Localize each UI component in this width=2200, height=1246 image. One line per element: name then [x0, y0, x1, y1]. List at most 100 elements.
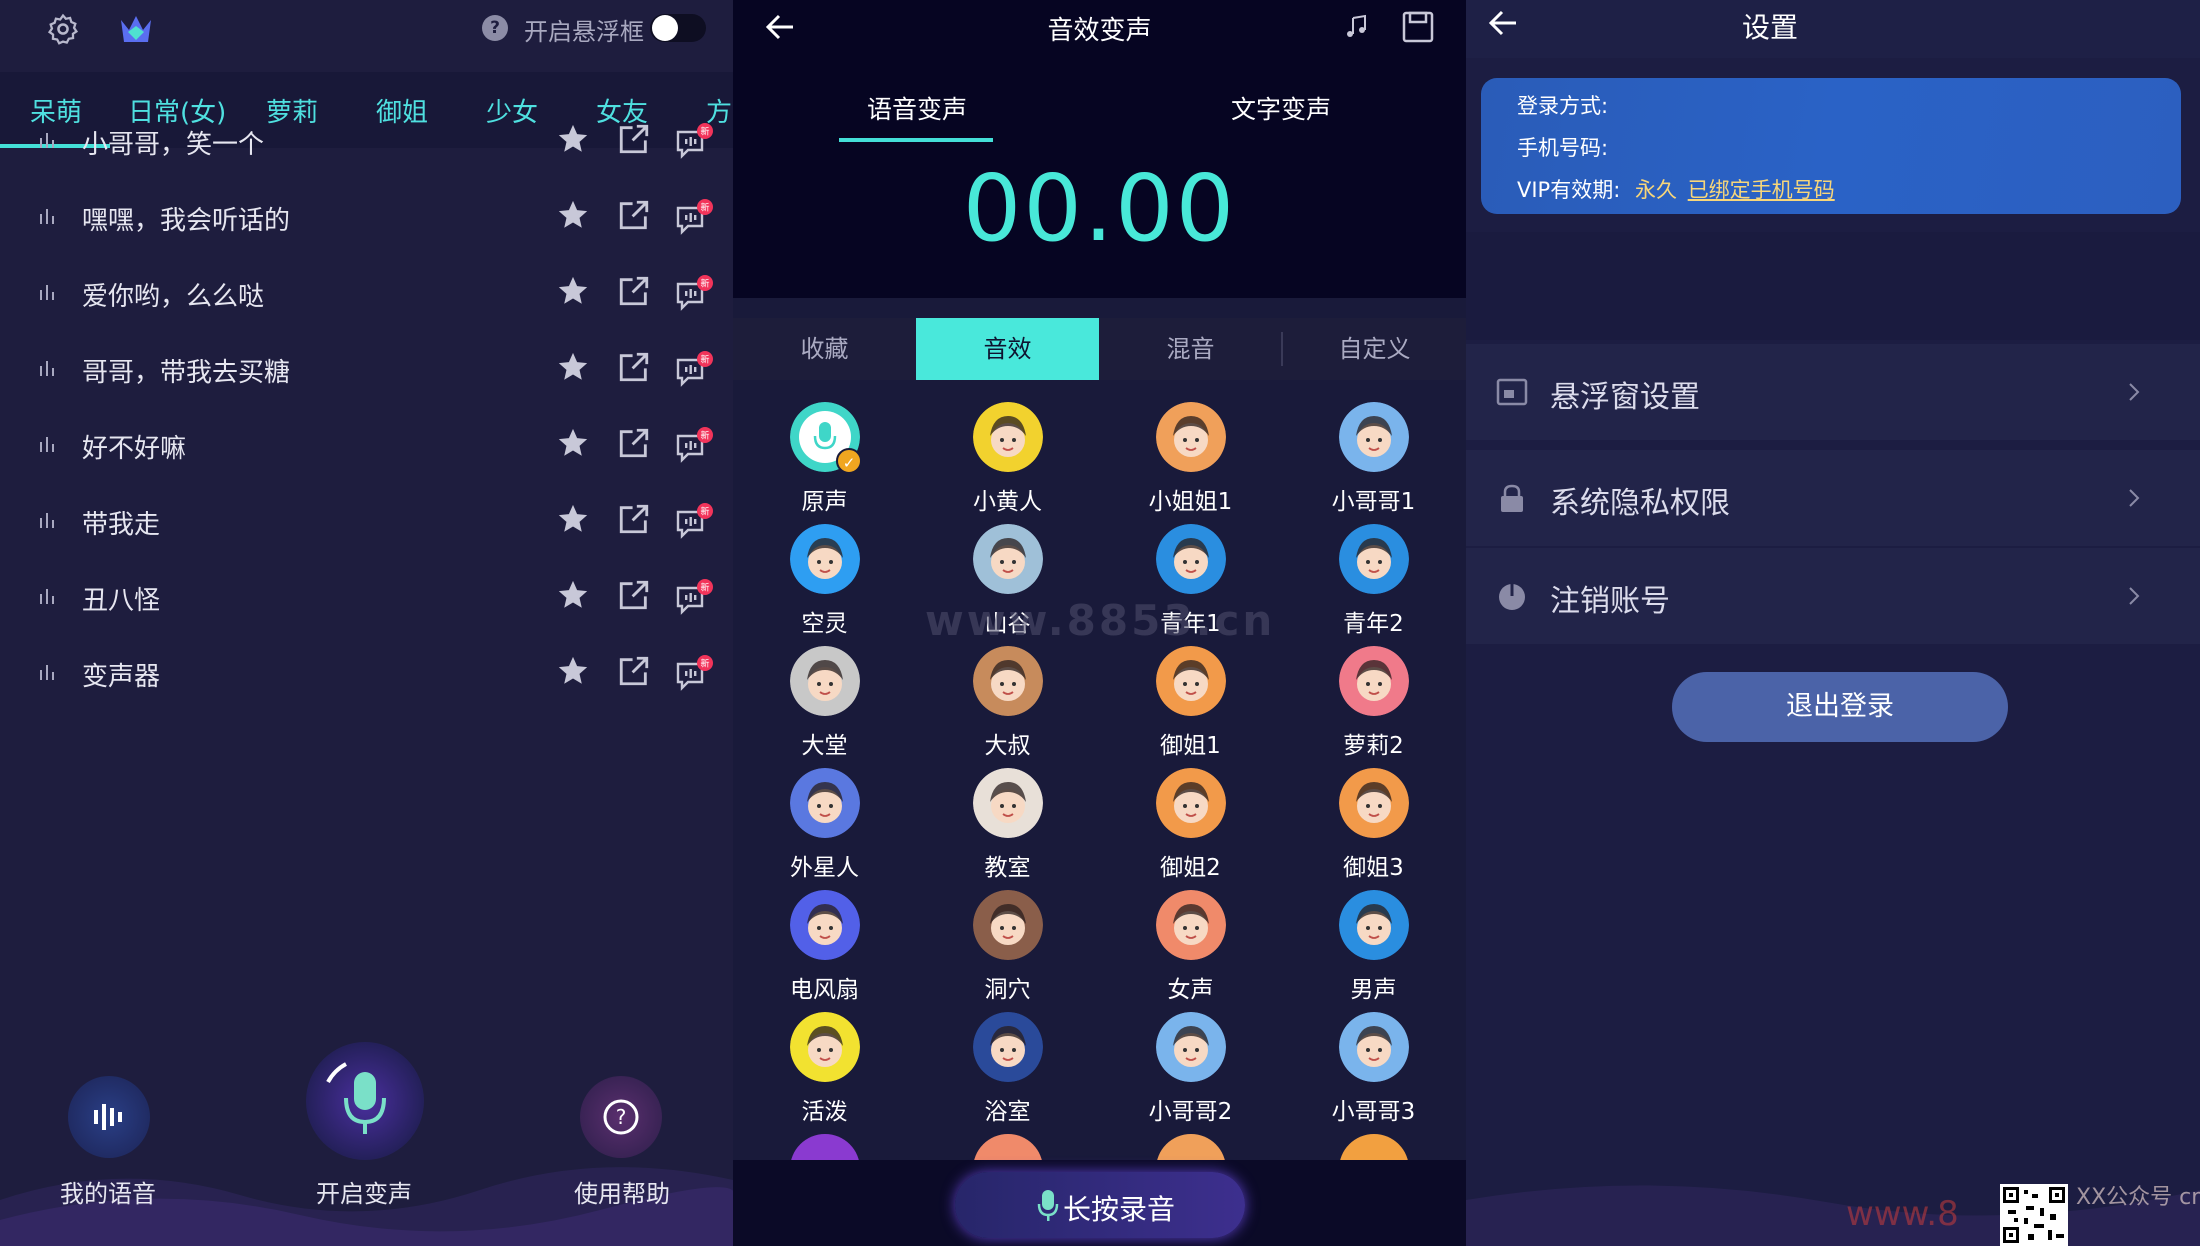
float-window-settings[interactable]: 悬浮窗设置 [1466, 344, 2200, 440]
audio-bars-icon [40, 513, 54, 528]
share-icon[interactable] [617, 350, 651, 384]
boy-avatar-icon [1156, 1012, 1226, 1082]
effect-item[interactable]: 洞穴 [916, 890, 1099, 1012]
voice-bubble-icon[interactable]: 新 [674, 426, 714, 466]
favorite-star-icon[interactable] [556, 426, 590, 460]
segment-favorites[interactable]: 收藏 [733, 318, 916, 380]
voice-item-title: 嘿嘿，我会听话的 [82, 206, 291, 236]
float-help-icon[interactable]: ? [482, 15, 508, 41]
effect-item[interactable]: 活泼 [733, 1012, 916, 1134]
favorite-star-icon[interactable] [556, 274, 590, 308]
share-icon[interactable] [617, 122, 651, 156]
favorite-star-icon[interactable] [556, 122, 590, 156]
effect-item[interactable]: 女声 [1099, 890, 1282, 1012]
share-icon[interactable] [617, 198, 651, 232]
favorite-star-icon[interactable] [556, 654, 590, 688]
chevron-right-icon [2129, 489, 2140, 507]
effect-item[interactable]: 萝莉2 [1282, 646, 1465, 768]
voice-bubble-icon[interactable]: 新 [674, 350, 714, 390]
my-voice-button[interactable] [68, 1076, 150, 1158]
effect-item[interactable]: 青年2 [1282, 524, 1465, 646]
young-man-avatar-icon [1156, 524, 1226, 594]
effect-item[interactable]: 小黄人 [916, 402, 1099, 524]
share-icon[interactable] [617, 502, 651, 536]
loli-avatar-icon [1339, 646, 1409, 716]
qr-pattern-icon [2003, 1187, 2065, 1243]
gear-icon[interactable] [46, 12, 80, 46]
window-icon [1496, 378, 1528, 406]
voice-item-title: 爱你哟，么么哒 [82, 282, 265, 312]
voice-bubble-icon[interactable]: 新 [674, 654, 714, 694]
woman-avatar-icon [1156, 890, 1226, 960]
voice-bubble-icon[interactable]: 新 [674, 122, 714, 162]
share-icon[interactable] [617, 654, 651, 688]
cancel-account-settings[interactable]: 注销账号 [1466, 548, 2200, 644]
effect-name: 小哥哥1 [1331, 489, 1416, 515]
save-icon[interactable] [1401, 10, 1435, 44]
effect-item[interactable]: 大堂 [733, 646, 916, 768]
logout-button[interactable]: 退出登录 [1672, 672, 2008, 742]
voice-bubble-icon[interactable]: 新 [674, 198, 714, 238]
hall-avatar-icon [790, 646, 860, 716]
effect-item[interactable]: 小哥哥2 [1099, 1012, 1282, 1134]
effect-item[interactable]: 小哥哥3 [1282, 1012, 1465, 1134]
effect-item[interactable]: 空灵 [733, 524, 916, 646]
new-badge-label: 新 [700, 506, 709, 518]
effect-name: 男声 [1350, 977, 1397, 1003]
effect-item[interactable]: ✓ 原声 [733, 402, 916, 524]
lady-avatar-icon [1339, 768, 1409, 838]
favorite-star-icon[interactable] [556, 350, 590, 384]
my-voice-label: 我的语音 [60, 1180, 156, 1208]
share-icon[interactable] [617, 426, 651, 460]
effect-name: 青年2 [1343, 611, 1404, 637]
vip-crown-icon[interactable] [118, 12, 154, 46]
effect-item[interactable]: 御姐3 [1282, 768, 1465, 890]
voice-bubble-icon[interactable]: 新 [674, 578, 714, 618]
effect-item[interactable]: 教室 [916, 768, 1099, 890]
chevron-right-icon [2129, 587, 2140, 605]
voice-bubble-icon[interactable]: 新 [674, 274, 714, 314]
effect-item[interactable]: 电风扇 [733, 890, 916, 1012]
audio-bars-icon [40, 209, 54, 224]
effect-name: 小姐姐1 [1148, 489, 1233, 515]
effect-name: 洞穴 [984, 977, 1031, 1003]
float-window-toggle[interactable] [650, 14, 706, 42]
share-icon[interactable] [617, 274, 651, 308]
section-gap [1466, 232, 2200, 340]
share-icon[interactable] [617, 578, 651, 612]
effect-item[interactable]: 小哥哥1 [1282, 402, 1465, 524]
segment-effects[interactable]: 音效 [916, 318, 1099, 380]
voice-list-item[interactable]: 变声器 新 [0, 622, 733, 728]
bound-phone-link[interactable]: 已绑定手机号码 [1688, 178, 1835, 202]
favorite-star-icon[interactable] [556, 502, 590, 536]
segment-custom[interactable]: 自定义 [1283, 318, 1466, 380]
effect-item[interactable]: 御姐1 [1099, 646, 1282, 768]
effect-item[interactable]: 浴室 [916, 1012, 1099, 1134]
effect-item[interactable]: 大叔 [916, 646, 1099, 768]
start-voice-change-button[interactable] [306, 1042, 424, 1160]
effect-item[interactable]: 小姐姐1 [1099, 402, 1282, 524]
tab-text-change[interactable]: 文字变声 [1231, 90, 1331, 126]
favorite-star-icon[interactable] [556, 578, 590, 612]
effect-name: 小哥哥2 [1148, 1099, 1233, 1125]
effect-name: 萝莉2 [1343, 733, 1404, 759]
hold-to-record-button[interactable]: 长按录音 [955, 1172, 1245, 1238]
effect-name: 教室 [984, 855, 1031, 881]
segment-mix[interactable]: 混音 [1099, 318, 1282, 380]
vip-expiry-row: VIP有效期: 永久 已绑定手机号码 [1517, 174, 1835, 204]
sound-effect-panel: 音效变声 语音变声 文字变声 00.00 收藏 音效 混音 自定义 ✓ 原声 小黄人… [733, 0, 1466, 1246]
tab-voice-change[interactable]: 语音变声 [867, 90, 967, 126]
voice-bubble-icon[interactable]: 新 [674, 502, 714, 542]
voice-bars-icon [94, 1104, 122, 1130]
effect-item[interactable]: 御姐2 [1099, 768, 1282, 890]
effect-item[interactable]: 外星人 [733, 768, 916, 890]
effect-item[interactable]: 男声 [1282, 890, 1465, 1012]
usage-help-button[interactable]: ? [580, 1076, 662, 1158]
classroom-avatar-icon [973, 768, 1043, 838]
favorite-star-icon[interactable] [556, 198, 590, 232]
privacy-permission-label: 系统隐私权限 [1550, 486, 1730, 521]
music-note-icon[interactable] [1343, 12, 1373, 42]
minion-avatar-icon [973, 402, 1043, 472]
toggle-knob [652, 15, 678, 41]
privacy-permission-settings[interactable]: 系统隐私权限 [1466, 450, 2200, 546]
